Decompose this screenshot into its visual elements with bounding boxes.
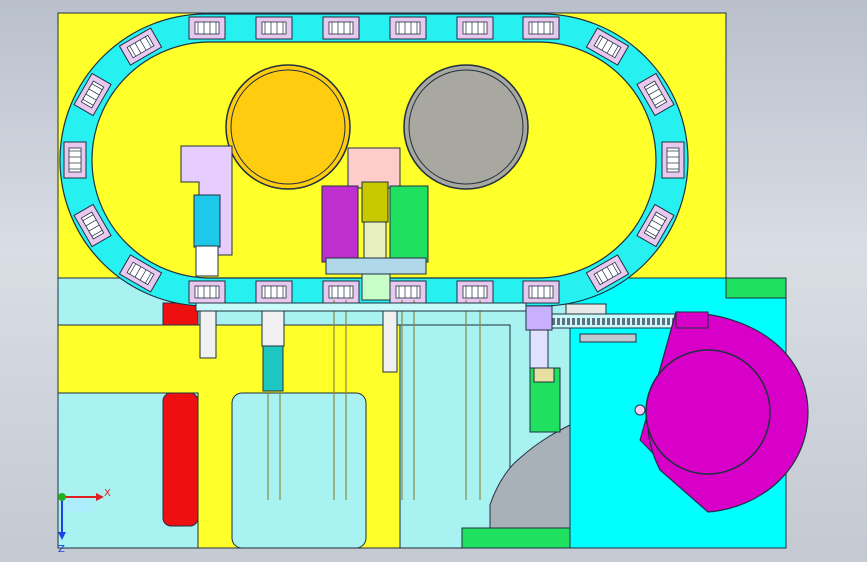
magenta-chute bbox=[675, 311, 709, 329]
rack-tooth bbox=[582, 318, 585, 325]
carrier-fixture bbox=[255, 16, 293, 40]
rack-tooth bbox=[572, 318, 575, 325]
carrier-fixture bbox=[188, 280, 226, 304]
rack-tooth bbox=[627, 318, 630, 325]
carrier-fixture bbox=[188, 16, 226, 40]
olive-column bbox=[361, 181, 389, 223]
carrier-fixture bbox=[522, 16, 560, 40]
pusher-sensor bbox=[565, 303, 607, 315]
carrier-fixture bbox=[522, 280, 560, 304]
rack-tooth bbox=[667, 318, 670, 325]
rack-tooth bbox=[632, 318, 635, 325]
carrier-fixture bbox=[389, 16, 427, 40]
assembly-drawing: X Z bbox=[57, 12, 809, 555]
green-press-block bbox=[389, 185, 429, 263]
cad-viewport[interactable]: X Z bbox=[0, 0, 867, 562]
carrier-fixture bbox=[322, 16, 360, 40]
rack-tooth bbox=[607, 318, 610, 325]
carrier-fixture bbox=[661, 141, 685, 179]
red-block-lower bbox=[162, 392, 199, 527]
rack-tooth bbox=[602, 318, 605, 325]
purple-block bbox=[321, 185, 359, 263]
rack-tooth bbox=[567, 318, 570, 325]
triad-x-label: X bbox=[104, 488, 111, 499]
pusher-column bbox=[529, 329, 549, 371]
pusher-head bbox=[525, 305, 553, 331]
rack-tooth bbox=[597, 318, 600, 325]
rack-tooth bbox=[652, 318, 655, 325]
carrier-fixture bbox=[322, 280, 360, 304]
rack-tooth bbox=[562, 318, 565, 325]
rack-tooth bbox=[612, 318, 615, 325]
rack-tooth bbox=[642, 318, 645, 325]
drop-cylinder-2-body bbox=[261, 309, 285, 347]
magenta-feeder-bowl bbox=[645, 349, 771, 475]
rack-tooth bbox=[577, 318, 580, 325]
grey-feeder-bowl bbox=[403, 64, 529, 190]
rack-tooth bbox=[637, 318, 640, 325]
center-green-foot bbox=[361, 273, 391, 301]
left-cylinder bbox=[193, 194, 221, 248]
rack-tooth bbox=[647, 318, 650, 325]
rack-tooth bbox=[592, 318, 595, 325]
triad-z-label: Z bbox=[58, 544, 65, 555]
pusher-collar bbox=[533, 367, 555, 383]
rack-tooth bbox=[587, 318, 590, 325]
rack-tooth bbox=[662, 318, 665, 325]
feeder-lug bbox=[634, 404, 646, 416]
rack-tooth bbox=[617, 318, 620, 325]
left-cylinder-collar bbox=[195, 245, 219, 277]
carrier-fixture bbox=[456, 16, 494, 40]
green-floor-block bbox=[461, 527, 571, 549]
olive-column-lower bbox=[363, 221, 387, 263]
lower-rail bbox=[195, 302, 527, 312]
rack-tooth bbox=[557, 318, 560, 325]
carrier-fixture bbox=[63, 141, 87, 179]
rack-tooth bbox=[622, 318, 625, 325]
carrier-fixture bbox=[389, 280, 427, 304]
orange-feeder-bowl bbox=[225, 64, 351, 190]
drop-cylinder-3 bbox=[382, 307, 398, 373]
red-block-upper bbox=[162, 302, 199, 326]
green-corner-block bbox=[725, 277, 787, 299]
drop-cylinder-1 bbox=[199, 307, 217, 359]
drop-cylinder-2 bbox=[262, 345, 284, 392]
center-base-bar bbox=[325, 257, 427, 275]
carrier-fixture bbox=[456, 280, 494, 304]
carrier-fixture bbox=[255, 280, 293, 304]
pusher-bracket bbox=[579, 333, 637, 343]
rack-tooth bbox=[657, 318, 660, 325]
